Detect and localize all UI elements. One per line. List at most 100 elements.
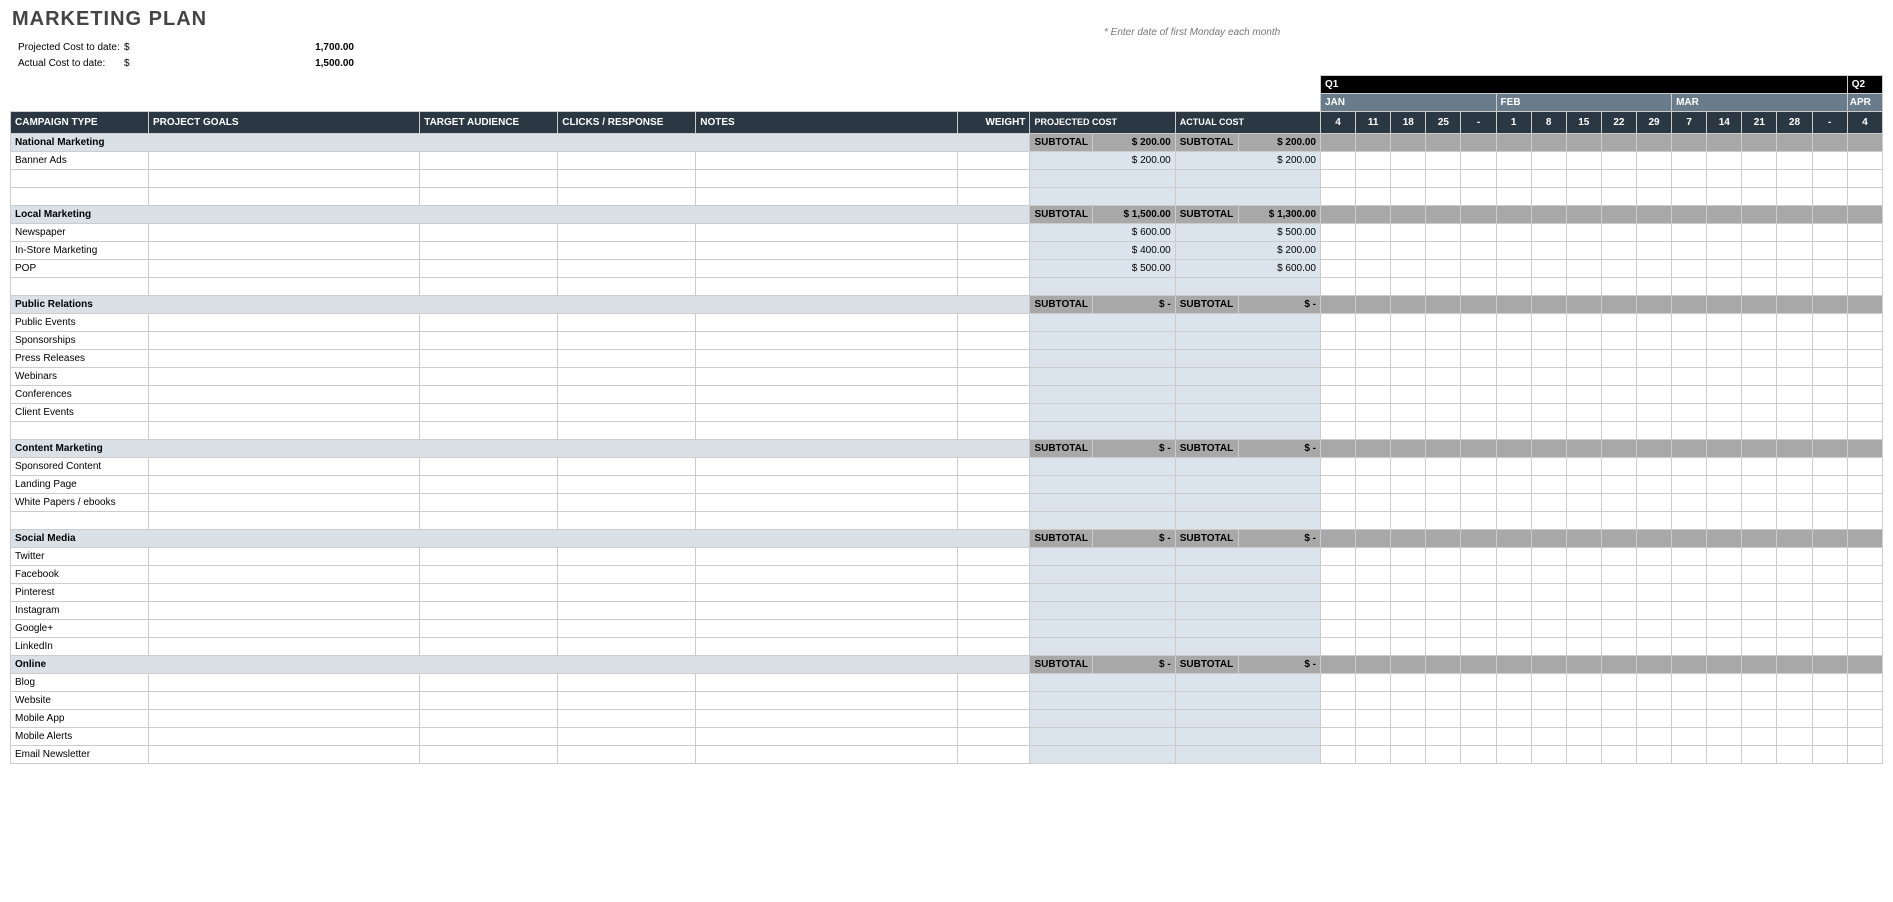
projected-cost-cell[interactable] [1030,350,1175,368]
timeline-cell[interactable] [1812,530,1847,548]
timeline-cell[interactable] [1707,368,1742,386]
timeline-cell[interactable] [1566,674,1601,692]
timeline-cell[interactable] [1672,188,1707,206]
timeline-cell[interactable] [1461,530,1496,548]
actual-cost-cell[interactable] [1175,314,1320,332]
timeline-cell[interactable] [1847,602,1882,620]
timeline-cell[interactable] [1391,728,1426,746]
timeline-cell[interactable] [1777,692,1812,710]
timeline-cell[interactable] [1356,602,1391,620]
timeline-cell[interactable] [1636,170,1671,188]
projected-cost-cell[interactable] [1030,314,1175,332]
timeline-cell[interactable] [1812,548,1847,566]
timeline-cell[interactable] [1321,296,1356,314]
timeline-cell[interactable] [1742,530,1777,548]
timeline-cell[interactable] [1777,332,1812,350]
timeline-cell[interactable] [1321,134,1356,152]
timeline-cell[interactable] [1742,476,1777,494]
timeline-cell[interactable] [1707,602,1742,620]
timeline-cell[interactable] [1356,692,1391,710]
projected-cost-cell[interactable] [1030,422,1175,440]
target-audience-cell[interactable] [420,638,558,656]
timeline-cell[interactable] [1496,674,1531,692]
timeline-cell[interactable] [1812,638,1847,656]
timeline-cell[interactable] [1356,278,1391,296]
projected-cost-cell[interactable] [1030,332,1175,350]
timeline-cell[interactable] [1777,278,1812,296]
timeline-cell[interactable] [1601,476,1636,494]
actual-cost-cell[interactable] [1175,278,1320,296]
timeline-cell[interactable] [1601,134,1636,152]
timeline-cell[interactable] [1742,260,1777,278]
timeline-cell[interactable] [1461,458,1496,476]
timeline-cell[interactable] [1601,278,1636,296]
timeline-cell[interactable] [1461,386,1496,404]
timeline-cell[interactable] [1356,656,1391,674]
weight-cell[interactable] [957,332,1030,350]
timeline-cell[interactable] [1531,746,1566,764]
timeline-cell[interactable] [1636,602,1671,620]
timeline-cell[interactable] [1672,602,1707,620]
timeline-cell[interactable] [1461,296,1496,314]
campaign-type-cell[interactable]: In-Store Marketing [11,242,149,260]
timeline-cell[interactable] [1636,548,1671,566]
timeline-cell[interactable] [1742,134,1777,152]
timeline-cell[interactable] [1777,512,1812,530]
timeline-cell[interactable] [1847,530,1882,548]
timeline-cell[interactable] [1812,386,1847,404]
timeline-cell[interactable] [1672,458,1707,476]
timeline-cell[interactable] [1812,710,1847,728]
timeline-cell[interactable] [1531,476,1566,494]
timeline-cell[interactable] [1391,476,1426,494]
weight-cell[interactable] [957,242,1030,260]
campaign-type-cell[interactable]: Press Releases [11,350,149,368]
timeline-cell[interactable] [1672,584,1707,602]
project-goals-cell[interactable] [149,638,420,656]
timeline-cell[interactable] [1496,152,1531,170]
project-goals-cell[interactable] [149,602,420,620]
timeline-cell[interactable] [1531,674,1566,692]
projected-cost-cell[interactable] [1030,386,1175,404]
timeline-cell[interactable] [1356,584,1391,602]
projected-cost-cell[interactable] [1030,476,1175,494]
timeline-cell[interactable] [1777,368,1812,386]
timeline-cell[interactable] [1496,512,1531,530]
timeline-cell[interactable] [1531,728,1566,746]
timeline-cell[interactable] [1321,170,1356,188]
timeline-cell[interactable] [1707,584,1742,602]
timeline-cell[interactable] [1636,638,1671,656]
timeline-cell[interactable] [1391,458,1426,476]
timeline-cell[interactable] [1496,170,1531,188]
timeline-cell[interactable] [1847,440,1882,458]
timeline-cell[interactable] [1321,710,1356,728]
timeline-cell[interactable] [1636,620,1671,638]
actual-cost-cell[interactable]: $ 200.00 [1175,242,1320,260]
timeline-cell[interactable] [1531,566,1566,584]
timeline-cell[interactable] [1321,152,1356,170]
campaign-type-cell[interactable]: Sponsorships [11,332,149,350]
timeline-cell[interactable] [1321,674,1356,692]
timeline-cell[interactable] [1566,602,1601,620]
notes-cell[interactable] [696,494,958,512]
timeline-cell[interactable] [1356,530,1391,548]
clicks-response-cell[interactable] [558,242,696,260]
timeline-cell[interactable] [1672,152,1707,170]
timeline-cell[interactable] [1707,458,1742,476]
timeline-cell[interactable] [1847,314,1882,332]
timeline-cell[interactable] [1461,728,1496,746]
projected-cost-cell[interactable] [1030,368,1175,386]
notes-cell[interactable] [696,386,958,404]
project-goals-cell[interactable] [149,746,420,764]
timeline-cell[interactable] [1496,566,1531,584]
timeline-cell[interactable] [1707,260,1742,278]
project-goals-cell[interactable] [149,350,420,368]
timeline-cell[interactable] [1391,620,1426,638]
timeline-cell[interactable] [1426,530,1461,548]
timeline-cell[interactable] [1391,422,1426,440]
timeline-cell[interactable] [1636,350,1671,368]
timeline-cell[interactable] [1321,260,1356,278]
projected-cost-cell[interactable] [1030,548,1175,566]
timeline-cell[interactable] [1672,332,1707,350]
timeline-cell[interactable] [1847,242,1882,260]
target-audience-cell[interactable] [420,152,558,170]
